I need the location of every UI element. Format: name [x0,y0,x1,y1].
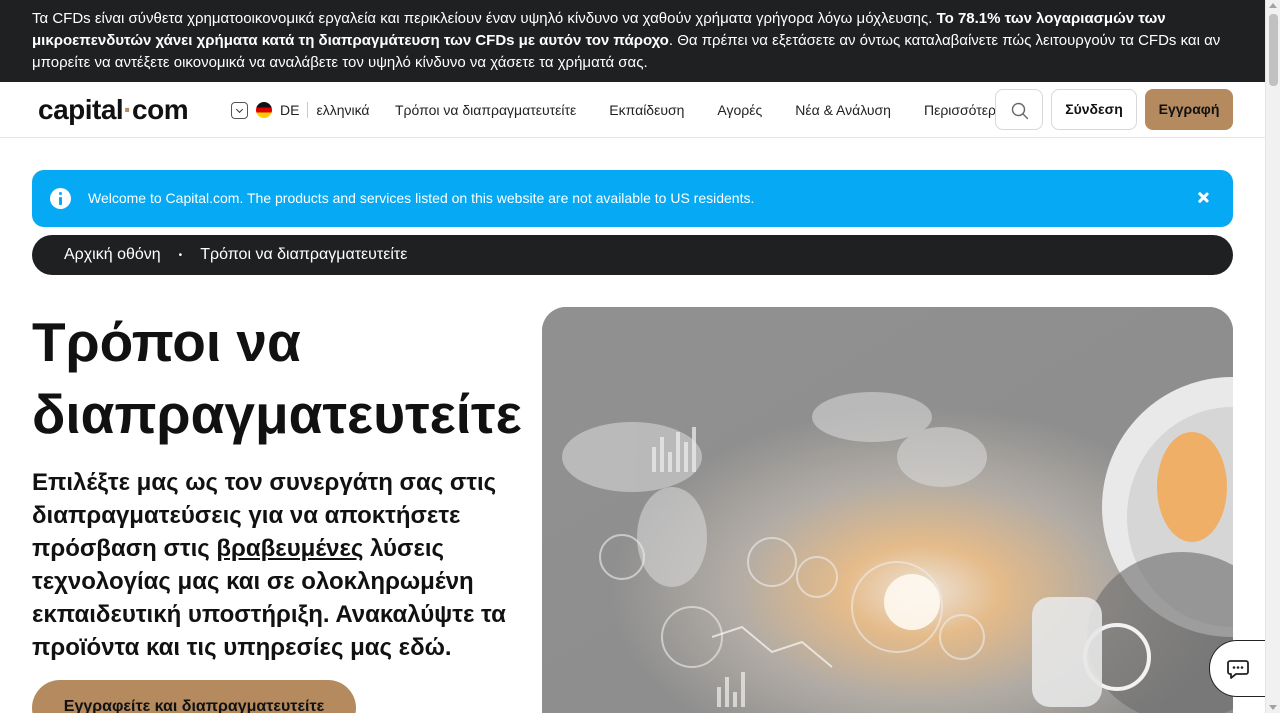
signup-button[interactable]: Εγγραφή [1145,89,1233,130]
main-nav: Τρόποι να διαπραγματευτείτε Εκπαίδευση Α… [395,102,1037,118]
chevron-down-icon[interactable] [231,101,248,119]
close-icon[interactable] [1193,188,1213,208]
risk-warning-banner: Τα CFDs είναι σύνθετα χρηματοοικονομικά … [0,0,1265,82]
page-title: Τρόποι να διαπραγματευτείτε [32,311,522,445]
hero-image-trading-robot [542,307,1233,713]
scroll-down-icon[interactable] [1269,705,1277,710]
search-icon [1011,102,1029,120]
country-code[interactable]: DE [280,102,299,118]
scroll-up-icon[interactable] [1269,3,1277,8]
page-scrollbar[interactable] [1265,0,1280,713]
info-icon [50,188,71,209]
login-button[interactable]: Σύνδεση [1051,89,1137,130]
breadcrumb-home[interactable]: Αρχική οθόνη [64,246,161,264]
nav-item-ways-to-trade[interactable]: Τρόποι να διαπραγματευτείτε [395,102,576,118]
capital-com-logo[interactable]: capital·com [38,94,189,126]
hero-description: Επιλέξτε μας ως τον συνεργάτη σας στις δ… [32,469,506,661]
nav-item-markets[interactable]: Αγορές [717,102,762,118]
language-name[interactable]: ελληνικά [316,102,369,118]
nav-item-news-analysis[interactable]: Νέα & Ανάλυση [795,102,891,118]
breadcrumb-current: Τρόποι να διαπραγματευτείτε [200,246,408,263]
germany-flag-icon [256,102,272,118]
nav-item-more[interactable]: Περισσότερα [924,102,1004,118]
breadcrumb-separator: • [178,249,183,261]
chat-widget-button[interactable] [1209,640,1265,697]
language-selector[interactable]: DE ελληνικά [231,101,370,119]
search-button[interactable] [995,89,1043,130]
us-residents-alert: Welcome to Capital.com. The products and… [32,170,1233,227]
scrollbar-thumb[interactable] [1269,14,1278,86]
award-winning-link[interactable]: βραβευμένες [216,535,363,562]
hero-illustration [542,307,1233,713]
alert-message: Welcome to Capital.com. The products and… [88,190,755,206]
language-divider [307,102,309,118]
logo-dot: · [123,94,133,125]
breadcrumb: Αρχική οθόνη • Τρόποι να διαπραγματευτεί… [32,235,1233,275]
signup-and-trade-button[interactable]: Εγγραφείτε και διαπραγματευτείτε [32,680,356,713]
chat-icon [1227,660,1249,679]
site-header: capital·com DE ελληνικά Τρόποι να διαπρα… [0,82,1265,138]
nav-item-education[interactable]: Εκπαίδευση [609,102,684,118]
risk-warning-text: Τα CFDs είναι σύνθετα χρηματοοικονομικά … [32,10,937,27]
